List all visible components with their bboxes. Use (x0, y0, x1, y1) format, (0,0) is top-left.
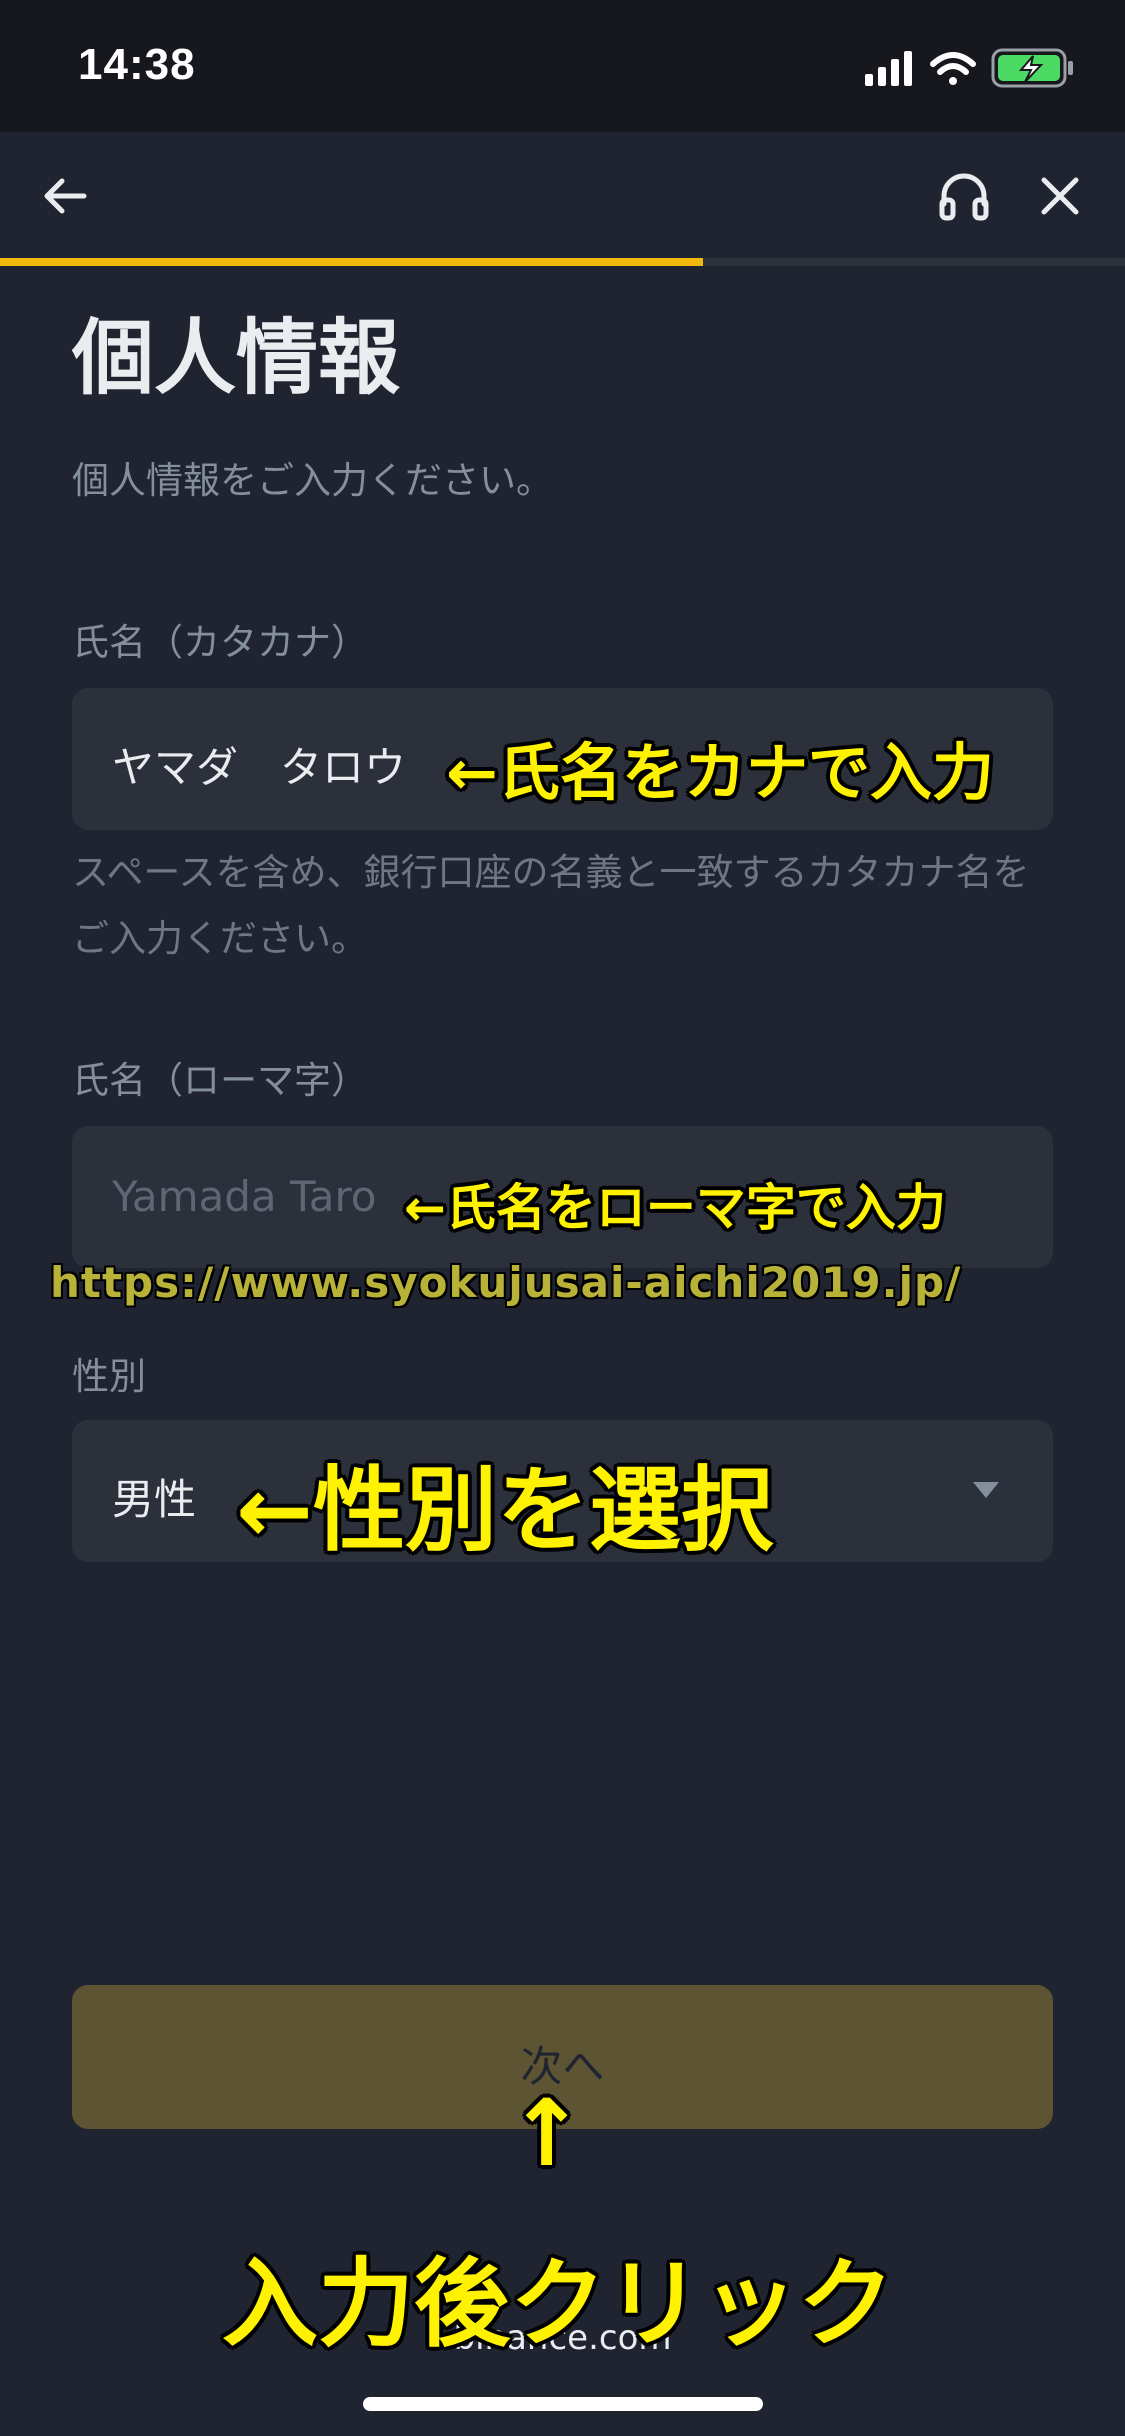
annotation-click-hint: 入力後クリック (222, 2248, 894, 2360)
headset-icon (939, 173, 989, 221)
arrow-left-icon (44, 178, 87, 214)
page-title: 個人情報 (72, 311, 401, 406)
status-icons (865, 44, 1085, 94)
signal-icon (865, 51, 912, 86)
status-bar: 14:38 (0, 0, 1125, 132)
back-button[interactable] (38, 168, 94, 224)
annotation-kana-hint: ←氏名をカナで入力 (446, 736, 994, 809)
progress-bar-fill (0, 258, 703, 266)
close-button[interactable] (1034, 170, 1086, 222)
chevron-down-icon (973, 1482, 999, 1498)
name-kana-helper: スペースを含め、銀行口座の名義と一致するカタカナ名をご入力ください。 (72, 851, 1030, 960)
battery-charging-icon (991, 48, 1073, 88)
progress-bar (0, 258, 1125, 266)
annotation-roman-hint: ←氏名をローマ字で入力 (404, 1179, 946, 1237)
annotation-arrow-up: ↑ (508, 2080, 586, 2187)
nav-bar (0, 132, 1125, 256)
status-time: 14:38 (78, 40, 196, 89)
support-button[interactable] (936, 168, 992, 224)
wifi-icon (930, 52, 976, 85)
page-subtitle: 個人情報をご入力ください。 (72, 459, 553, 502)
close-icon (1041, 177, 1079, 215)
name-roman-label: 氏名（ローマ字） (72, 1059, 368, 1102)
name-kana-value: ヤマダ タロウ (112, 743, 407, 792)
name-roman-placeholder: Yamada Taro (112, 1172, 377, 1221)
home-indicator[interactable] (363, 2397, 763, 2411)
watermark-url: https://www.syokujusai-aichi2019.jp/ (50, 1258, 962, 1307)
gender-value: 男性 (112, 1475, 197, 1524)
name-kana-label: 氏名（カタカナ） (72, 621, 368, 664)
annotation-gender-hint: ←性別を選択 (236, 1457, 774, 1564)
gender-label: 性別 (72, 1355, 146, 1398)
